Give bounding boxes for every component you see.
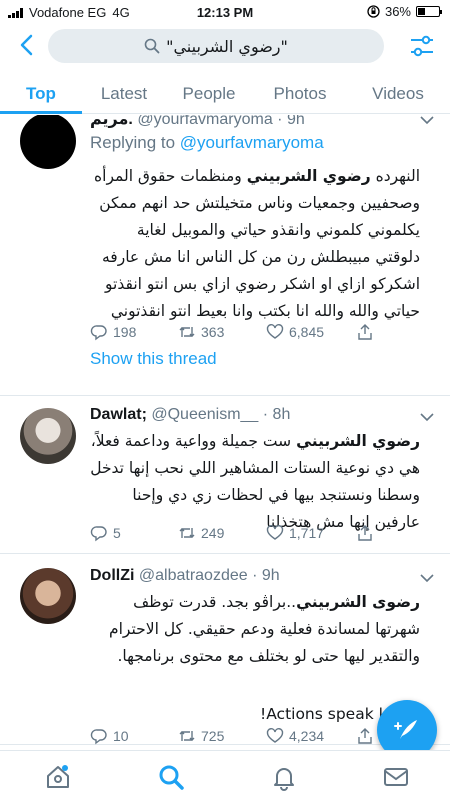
- retweet-button[interactable]: 725: [178, 727, 224, 745]
- like-count: 1,717: [289, 525, 325, 541]
- highlight-keyword: رضوي الشربيني: [246, 167, 371, 185]
- avatar[interactable]: [20, 115, 76, 169]
- tweet-author-handle[interactable]: @albatraozdee: [139, 567, 248, 584]
- like-icon: [266, 728, 284, 743]
- explore-icon[interactable]: [157, 763, 185, 791]
- share-button[interactable]: [356, 524, 374, 542]
- retweet-icon: [179, 528, 195, 538]
- tweet-time: 9h: [261, 567, 280, 584]
- share-icon: [358, 728, 372, 744]
- highlight-keyword: رضوي الشربيني: [296, 432, 420, 450]
- avatar[interactable]: [20, 408, 76, 464]
- retweet-button[interactable]: 249: [178, 524, 224, 542]
- back-arrow-icon[interactable]: [12, 30, 42, 60]
- reply-count: 5: [113, 525, 121, 541]
- reply-count: 198: [113, 324, 137, 340]
- avatar[interactable]: [20, 568, 76, 624]
- search-results-feed: مريم. @yourfavmaryoma · 9h Replying to @…: [0, 115, 450, 750]
- home-icon[interactable]: [44, 763, 72, 791]
- tweet-text: رضوي الشربيني ست جميلة وواعية وداعمة فعل…: [90, 432, 420, 531]
- share-button[interactable]: [356, 727, 374, 745]
- tweet-author-name[interactable]: Dawlat;: [90, 406, 147, 423]
- share-icon: [358, 525, 372, 541]
- tab-latest[interactable]: Latest: [82, 70, 166, 114]
- tweet-actions: 10 725 4,234: [90, 727, 390, 747]
- notifications-icon[interactable]: [270, 763, 298, 791]
- replying-to-mention[interactable]: @yourfavmaryoma: [180, 133, 324, 152]
- messages-icon[interactable]: [382, 763, 410, 791]
- tweet-time: 8h: [272, 406, 291, 423]
- chevron-down-icon[interactable]: [420, 412, 434, 422]
- filter-sliders-icon[interactable]: [408, 32, 436, 60]
- reply-button[interactable]: 10: [90, 727, 129, 745]
- highlight-keyword: رضوى الشربيني: [296, 593, 420, 611]
- chevron-down-icon[interactable]: [420, 115, 434, 125]
- reply-count: 10: [113, 728, 129, 744]
- reply-icon: [90, 729, 107, 745]
- like-button[interactable]: 6,845: [266, 323, 324, 341]
- tweet-author-handle[interactable]: @yourfavmaryoma: [137, 115, 272, 128]
- reply-button[interactable]: 198: [90, 323, 136, 341]
- retweet-icon: [179, 327, 195, 337]
- search-header: "رضوي الشربيني": [0, 24, 450, 68]
- share-button[interactable]: [356, 323, 374, 341]
- show-thread-link[interactable]: Show this thread: [90, 349, 217, 369]
- chevron-down-icon[interactable]: [420, 573, 434, 583]
- retweet-count: 725: [201, 728, 225, 744]
- tweet-author-name[interactable]: مريم.: [90, 115, 133, 128]
- tab-people[interactable]: People: [166, 70, 252, 114]
- search-query: "رضوي الشربيني": [166, 36, 288, 56]
- like-button[interactable]: 1,717: [266, 524, 324, 542]
- tab-top[interactable]: Top: [0, 70, 82, 114]
- tab-videos[interactable]: Videos: [348, 70, 448, 114]
- tweet-actions: 198 363 6,845: [90, 323, 390, 343]
- tweet-author-name[interactable]: DollZi: [90, 567, 134, 584]
- replying-to-label: Replying to: [90, 133, 176, 152]
- search-input[interactable]: "رضوي الشربيني": [48, 29, 384, 63]
- reply-icon: [90, 325, 107, 341]
- tab-photos[interactable]: Photos: [252, 70, 348, 114]
- reply-icon: [90, 526, 107, 542]
- orientation-lock-icon: [367, 5, 380, 18]
- retweet-icon: [179, 731, 195, 741]
- compose-icon: [394, 720, 417, 739]
- like-count: 4,234: [289, 728, 325, 744]
- replying-to: Replying to @yourfavmaryoma: [90, 133, 324, 153]
- status-bar: Vodafone EG 4G 12:13 PM 36%: [0, 0, 450, 24]
- bottom-navigation: [0, 750, 450, 800]
- battery-percent: 36%: [384, 4, 411, 19]
- tweet[interactable]: مريم. @yourfavmaryoma · 9h Replying to @…: [0, 115, 450, 396]
- tweet-time: 9h: [286, 115, 305, 128]
- battery-icon: [416, 6, 442, 17]
- retweet-count: 363: [201, 324, 225, 340]
- tweet-actions: 5 249 1,717: [90, 524, 390, 544]
- tweet-text: النهرده رضوي الشربيني ومنظمات حقوق المرأ…: [94, 167, 420, 320]
- like-icon: [266, 525, 284, 540]
- tweet[interactable]: Dawlat; @Queenism__ · 8h رضوي الشربيني س…: [0, 396, 450, 554]
- retweet-count: 249: [201, 525, 225, 541]
- reply-button[interactable]: 5: [90, 524, 121, 542]
- like-count: 6,845: [289, 324, 325, 340]
- retweet-button[interactable]: 363: [178, 323, 224, 341]
- search-icon: [144, 38, 160, 54]
- like-icon: [266, 324, 284, 339]
- share-icon: [358, 324, 372, 340]
- tweet-text: رضوى الشربيني..براڤو بجد. قدرت توظف شهرت…: [109, 593, 420, 665]
- tweet-author-handle[interactable]: @Queenism__: [151, 406, 258, 423]
- search-tabs: Top Latest People Photos Videos: [0, 70, 450, 114]
- like-button[interactable]: 4,234: [266, 727, 324, 745]
